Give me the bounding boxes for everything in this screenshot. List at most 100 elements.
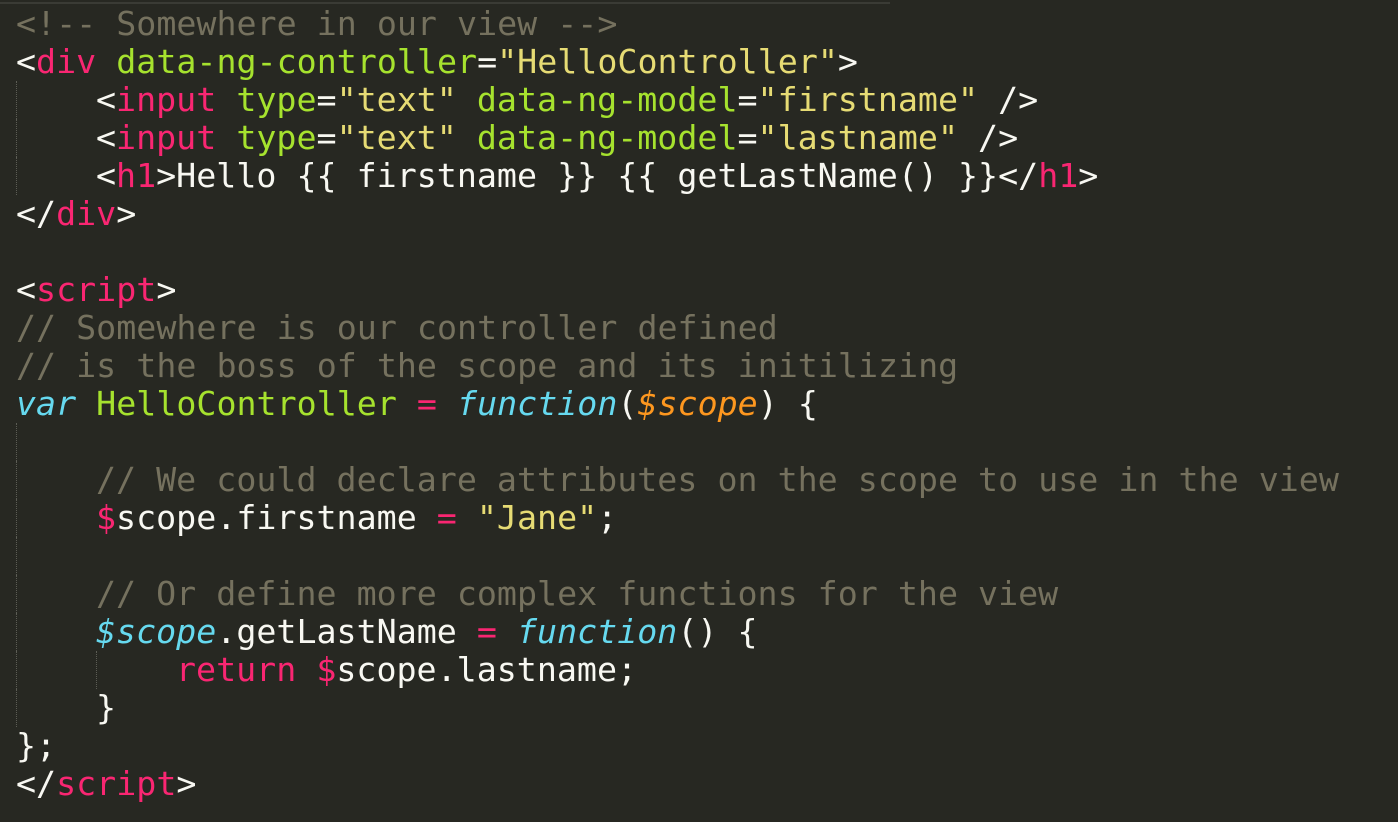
tag-close-bracket: > <box>1078 156 1099 195</box>
equals-sign: = <box>316 118 337 157</box>
tag-open-bracket: < <box>16 270 37 309</box>
attribute-value: "lastname" <box>757 118 959 157</box>
tag-name: div <box>36 42 97 81</box>
code-line-18: return $scope.lastname; <box>16 651 1339 689</box>
tag-close-bracket: > <box>156 270 177 309</box>
indent-guide <box>16 81 17 119</box>
function-parameter: $scope <box>637 384 758 423</box>
code-line-4: <input type="text" data-ng-model="lastna… <box>16 119 1339 157</box>
tag-close-bracket: > <box>176 764 197 803</box>
code-line-13: // We could declare attributes on the sc… <box>16 461 1339 499</box>
code-line-19: } <box>16 689 1339 727</box>
function-name: HelloController <box>76 384 397 423</box>
attribute-name: type <box>216 80 317 119</box>
closing-brace: } <box>96 688 117 727</box>
tag-name: script <box>56 764 177 803</box>
assignment-operator: = <box>436 498 457 537</box>
heading-text: >Hello {{ firstname }} {{ getLastName() … <box>156 156 1039 195</box>
equals-sign: = <box>737 118 758 157</box>
indent-guide <box>16 575 17 613</box>
string-literal: "Jane" <box>476 498 598 537</box>
property-access: scope.firstname <box>116 498 437 537</box>
scope-variable: $scope <box>96 612 217 651</box>
keyword-return: return <box>176 650 297 689</box>
assignment-operator: = <box>396 384 458 423</box>
js-comment: // is the boss of the scope and its init… <box>16 346 959 385</box>
tag-close-bracket: > <box>837 42 858 81</box>
attribute-name: data-ng-controller <box>96 42 478 81</box>
equals-sign: = <box>477 42 498 81</box>
code-line-17: $scope.getLastName = function() { <box>16 613 1339 651</box>
code-line-21: </script> <box>16 765 1339 803</box>
attribute-name: type <box>216 118 317 157</box>
keyword-var: var <box>16 384 77 423</box>
attribute-value: "HelloController" <box>497 42 838 81</box>
attribute-value: "firstname" <box>757 80 979 119</box>
tag-open-bracket: < <box>96 80 117 119</box>
js-comment: // Somewhere is our controller defined <box>16 308 778 347</box>
tag-name: h1 <box>116 156 157 195</box>
paren-close-brace: ) { <box>757 384 818 423</box>
end-tag-open: </ <box>16 764 57 803</box>
code-line-10: // is the boss of the scope and its init… <box>16 347 1339 385</box>
end-tag-open: </ <box>16 194 57 233</box>
attribute-name: data-ng-model <box>456 80 738 119</box>
tag-close-bracket: > <box>116 194 137 233</box>
self-closing-end: /> <box>958 118 1019 157</box>
assignment-operator: = <box>476 612 497 651</box>
indent-guide <box>16 651 17 689</box>
equals-sign: = <box>737 80 758 119</box>
indent-guide <box>16 119 17 157</box>
code-area[interactable]: <!-- Somewhere in our view --> <div data… <box>16 5 1339 803</box>
code-line-1: <!-- Somewhere in our view --> <box>16 5 1339 43</box>
code-line-15 <box>16 537 1339 575</box>
attribute-name: data-ng-model <box>456 118 738 157</box>
code-line-16: // Or define more complex functions for … <box>16 575 1339 613</box>
tag-name: h1 <box>1038 156 1079 195</box>
attribute-value: "text" <box>336 80 457 119</box>
equals-sign: = <box>316 80 337 119</box>
code-line-3: <input type="text" data-ng-model="firstn… <box>16 81 1339 119</box>
indent-guide <box>16 499 17 537</box>
code-line-12 <box>16 423 1339 461</box>
js-comment: // Or define more complex functions for … <box>96 574 1059 613</box>
indent-guide <box>16 537 17 575</box>
paren-brace: () { <box>677 612 758 651</box>
tag-name: input <box>116 118 217 157</box>
semicolon: ; <box>597 498 618 537</box>
code-line-6: </div> <box>16 195 1339 233</box>
code-line-14: $scope.firstname = "Jane"; <box>16 499 1339 537</box>
code-line-2: <div data-ng-controller="HelloController… <box>16 43 1339 81</box>
closing-brace: }; <box>16 726 57 765</box>
property-access: .getLastName <box>216 612 477 651</box>
attribute-value: "text" <box>336 118 457 157</box>
tag-open-bracket: < <box>96 156 117 195</box>
keyword-function: function <box>457 384 618 423</box>
property-access: scope.lastname; <box>336 650 638 689</box>
code-line-5: <h1>Hello {{ firstname }} {{ getLastName… <box>16 157 1339 195</box>
indent-guide <box>16 461 17 499</box>
code-editor[interactable]: <!-- Somewhere in our view --> <div data… <box>0 0 1398 822</box>
indent-guide <box>16 157 17 195</box>
tag-name: input <box>116 80 217 119</box>
code-line-20: }; <box>16 727 1339 765</box>
js-comment: // We could declare attributes on the sc… <box>96 460 1339 499</box>
indent-guide <box>96 651 97 689</box>
tag-open-bracket: < <box>96 118 117 157</box>
indent-guide <box>16 423 17 461</box>
tag-name: div <box>56 194 117 233</box>
code-line-8: <script> <box>16 271 1339 309</box>
keyword-function: function <box>516 612 678 651</box>
tag-name: script <box>36 270 157 309</box>
dollar-sign: $ <box>316 650 337 689</box>
html-comment: <!-- Somewhere in our view --> <box>16 4 618 43</box>
code-line-11: var HelloController = function($scope) { <box>16 385 1339 423</box>
code-line-9: // Somewhere is our controller defined <box>16 309 1339 347</box>
indent-guide <box>16 613 17 651</box>
self-closing-end: /> <box>978 80 1039 119</box>
paren-open: ( <box>617 384 638 423</box>
